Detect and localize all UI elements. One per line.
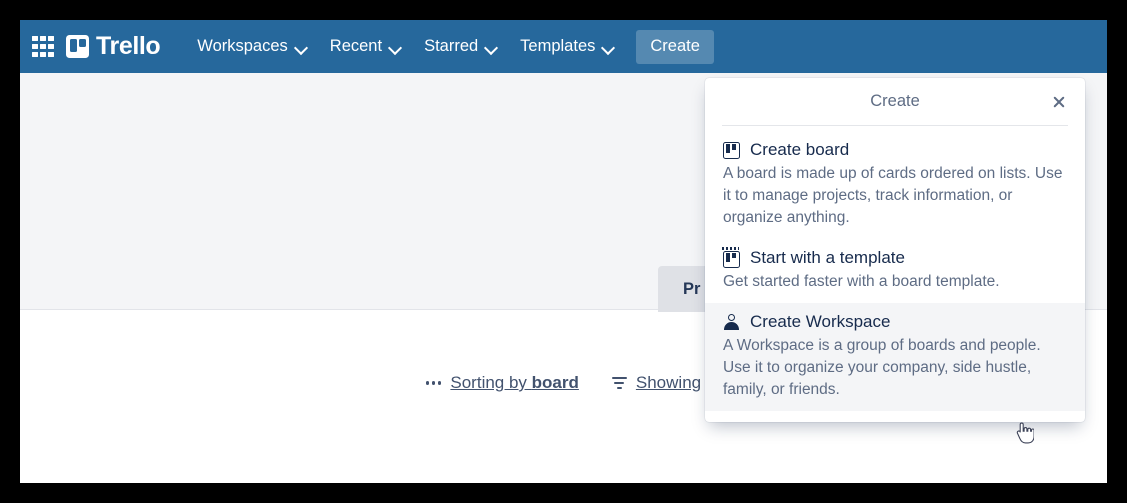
option-description: A board is made up of cards ordered on l…	[723, 165, 1063, 226]
chevron-down-icon	[602, 43, 615, 51]
sorting-control-label: Sorting by board	[450, 373, 579, 392]
browser-viewport: Trello Workspaces Recent Starred Templat…	[20, 20, 1107, 483]
trello-logo-icon	[66, 35, 89, 58]
brand-name: Trello	[96, 32, 161, 60]
option-title: Start with a template	[750, 248, 905, 267]
nav-item-templates[interactable]: Templates	[509, 30, 626, 64]
device-frame: Trello Workspaces Recent Starred Templat…	[0, 0, 1127, 503]
create-button[interactable]: Create	[636, 29, 714, 64]
option-description: A Workspace is a group of boards and peo…	[723, 337, 1041, 398]
nav-item-label: Workspaces	[197, 37, 288, 55]
option-head: Create Workspace	[723, 312, 1067, 332]
popup-option-list: Create board A board is made up of cards…	[705, 126, 1085, 422]
promo-tile-label: Pr	[683, 279, 701, 298]
trello-home-link[interactable]: Trello	[66, 32, 161, 60]
create-popup: Create Create board A board is made up o…	[705, 78, 1085, 422]
nav-item-recent[interactable]: Recent	[319, 30, 413, 64]
nav-item-starred[interactable]: Starred	[413, 30, 509, 64]
template-board-icon	[722, 246, 740, 268]
showing-control[interactable]: Showing	[611, 373, 702, 393]
popup-title: Create	[870, 92, 920, 110]
popup-option-start-with-template[interactable]: Start with a template Get started faster…	[705, 239, 1085, 303]
option-title: Create board	[750, 140, 850, 159]
popup-option-create-workspace[interactable]: Create Workspace A Workspace is a group …	[705, 303, 1085, 411]
nav-item-label: Templates	[520, 37, 596, 55]
top-navigation-bar: Trello Workspaces Recent Starred Templat…	[20, 20, 1107, 73]
option-head: Create board	[723, 140, 1067, 160]
chevron-down-icon	[485, 43, 498, 51]
nav-item-label: Recent	[329, 37, 383, 55]
option-title: Create Workspace	[750, 312, 891, 331]
nav-item-workspaces[interactable]: Workspaces	[186, 30, 318, 64]
dots-horizontal-icon	[425, 381, 442, 385]
option-head: Start with a template	[722, 246, 1067, 268]
option-description: Get started faster with a board template…	[723, 273, 1000, 290]
showing-control-label: Showing	[635, 373, 702, 392]
popup-option-create-board[interactable]: Create board A board is made up of cards…	[705, 131, 1085, 239]
workspace-people-icon	[723, 314, 740, 331]
popup-header: Create	[705, 78, 1085, 125]
grid-apps-icon[interactable]	[32, 35, 54, 58]
board-icon	[723, 141, 740, 159]
nav-item-label: Starred	[424, 37, 479, 55]
chevron-down-icon	[295, 43, 308, 51]
sorting-control[interactable]: Sorting by board	[425, 373, 579, 393]
filter-lines-icon	[611, 377, 627, 389]
close-icon[interactable]	[1044, 87, 1074, 117]
chevron-down-icon	[389, 43, 402, 51]
